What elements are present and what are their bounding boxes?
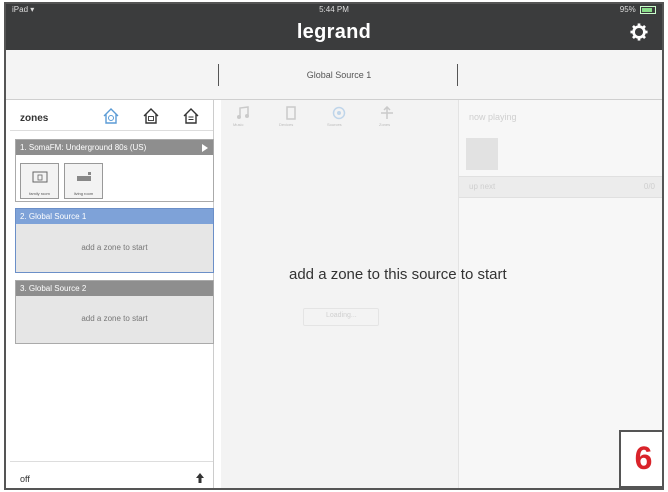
source-tab-bar: Global Source 1: [6, 50, 662, 100]
app-title: legrand: [296, 21, 372, 43]
gear-icon[interactable]: [630, 23, 648, 41]
tab-divider: [457, 64, 458, 86]
loading-indicator: Loading...: [303, 308, 379, 326]
zones-header: zones: [10, 100, 213, 131]
now-playing-title: now playing: [469, 112, 517, 122]
room-tile[interactable]: family room: [20, 163, 59, 199]
zone-card-1[interactable]: 1. SomaFM: Underground 80s (US) family r…: [15, 139, 214, 202]
zone-empty: add a zone to start: [16, 224, 213, 272]
music-icon: [237, 106, 249, 119]
step-number-badge: 6: [619, 430, 662, 488]
zones-icon: [381, 106, 393, 119]
play-icon: [202, 144, 208, 152]
tv-icon: [32, 171, 48, 183]
sidebar-footer: off: [10, 461, 213, 488]
source-toolbar: Music Devices Sources Zones: [221, 100, 458, 132]
arrow-up-icon[interactable]: [195, 472, 205, 484]
status-battery: 95%: [620, 5, 656, 14]
zone-header: 3. Global Source 2: [16, 281, 213, 296]
battery-icon: [640, 5, 656, 14]
tab-global-source-1[interactable]: Global Source 1: [220, 70, 458, 80]
ipad-screen: iPad ▾ 5:44 PM 95% legrand Global Source…: [4, 2, 664, 490]
home-dimmed-icon[interactable]: [142, 107, 160, 125]
tab-divider: [218, 64, 219, 86]
room-tile[interactable]: living room: [64, 163, 103, 199]
zone-card-2[interactable]: 2. Global Source 1 add a zone to start: [15, 208, 214, 273]
source-icon: [332, 106, 346, 120]
album-art-placeholder: [466, 138, 498, 170]
zones-sidebar: zones 1. SomaFM: Underground 80s (US) fa…: [10, 100, 214, 488]
zones-title: zones: [20, 113, 49, 124]
step-number: 6: [634, 440, 653, 476]
main-content: Music Devices Sources Zones now playing …: [221, 100, 662, 488]
zone-header: 1. SomaFM: Underground 80s (US): [16, 140, 213, 155]
device-icon: [286, 106, 296, 120]
status-time: 5:44 PM: [319, 5, 349, 14]
zone-header: 2. Global Source 1: [16, 209, 213, 224]
home-active-icon[interactable]: [102, 107, 120, 125]
zone-card-3[interactable]: 3. Global Source 2 add a zone to start: [15, 280, 214, 344]
sofa-icon: [77, 172, 91, 181]
home-outline-icon[interactable]: [182, 107, 200, 125]
up-next-row: up next 0/0: [459, 176, 662, 198]
top-bar: iPad ▾ 5:44 PM 95% legrand: [6, 4, 662, 50]
zone-empty: add a zone to start: [16, 296, 213, 343]
off-button[interactable]: off: [20, 474, 30, 484]
add-zone-message: add a zone to this source to start: [289, 266, 507, 283]
zone-rooms: family room living room: [16, 155, 213, 201]
